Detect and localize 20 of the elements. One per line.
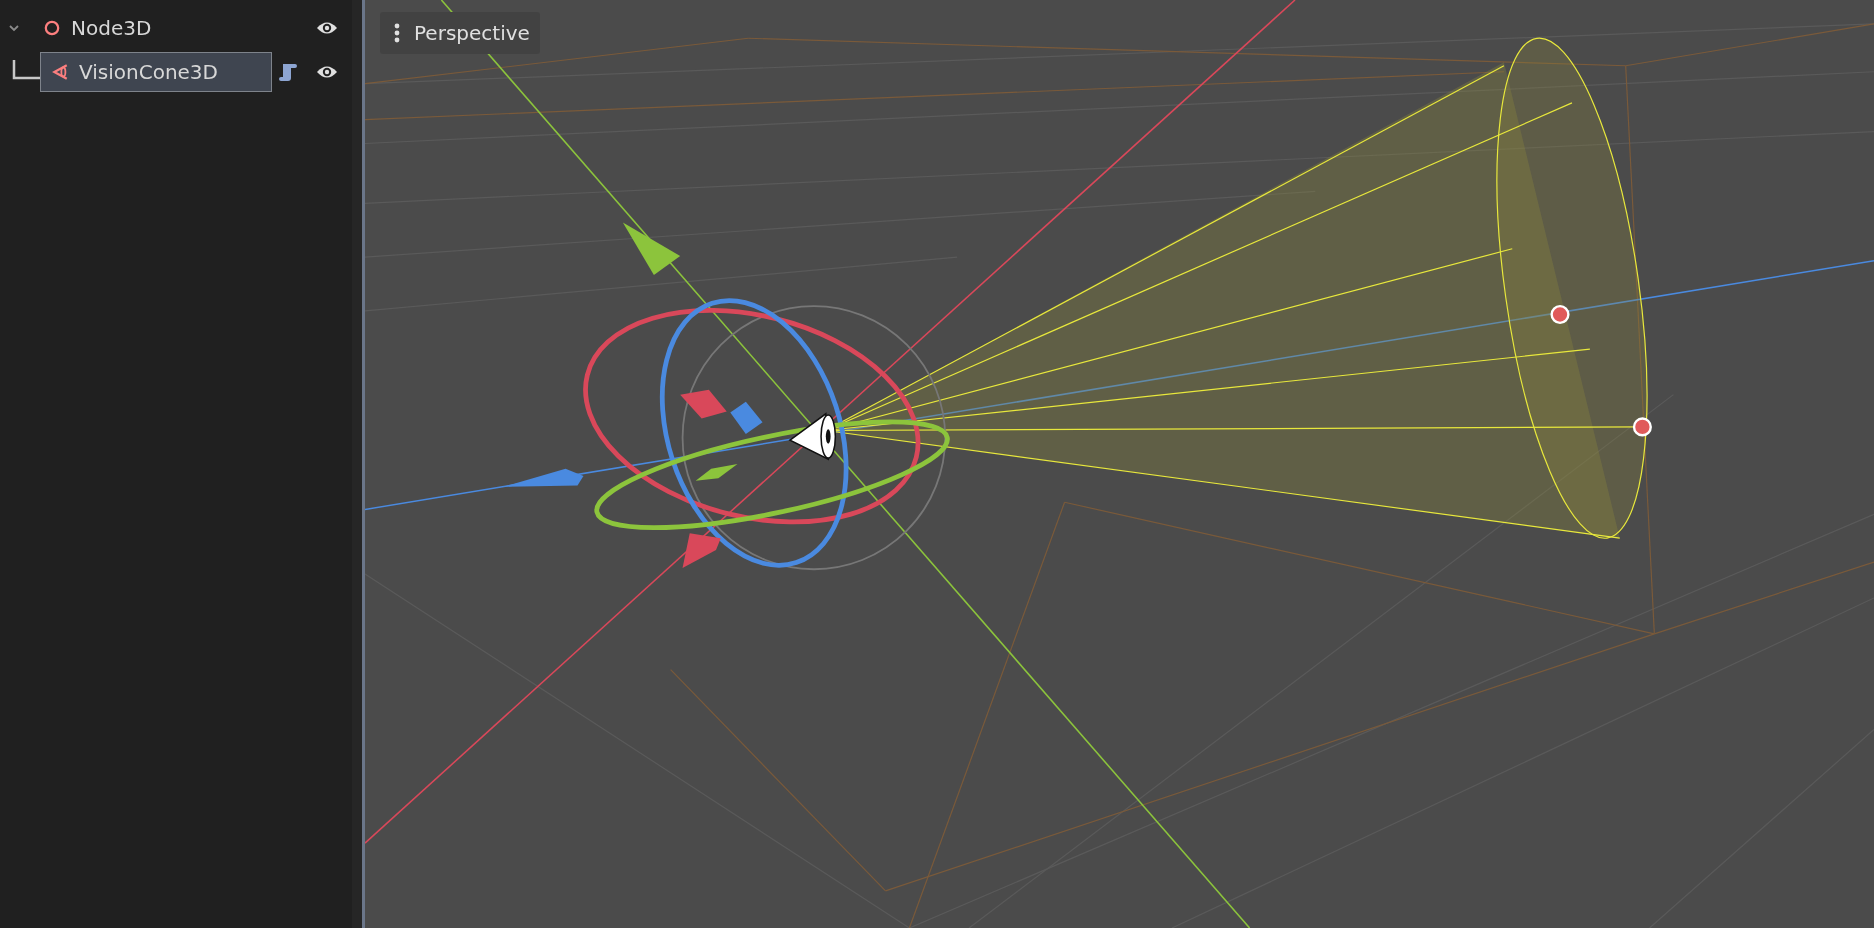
- tree-item[interactable]: Node3D: [32, 8, 163, 48]
- tree-item[interactable]: VisionCone3D: [40, 52, 272, 92]
- view-menu-button[interactable]: Perspective: [380, 12, 540, 54]
- kebab-menu-icon: [394, 23, 400, 43]
- cone-eye-icon: [51, 63, 69, 81]
- chevron-down-icon[interactable]: [8, 22, 20, 34]
- plane-handle[interactable]: [730, 401, 763, 435]
- arrow-handle[interactable]: [682, 533, 721, 569]
- script-icon[interactable]: [278, 61, 298, 83]
- plane-handle[interactable]: [680, 389, 727, 419]
- plane-handle[interactable]: [695, 464, 738, 481]
- cone-handle[interactable]: [1632, 417, 1652, 437]
- panel-splitter[interactable]: [352, 0, 365, 928]
- camera-eye-icon: [788, 412, 837, 461]
- circle-icon: [43, 19, 61, 37]
- cone-handle[interactable]: [1550, 304, 1570, 325]
- eye-icon[interactable]: [316, 20, 338, 36]
- arrow-handle[interactable]: [622, 222, 681, 276]
- arrow-handle[interactable]: [503, 468, 584, 487]
- eye-icon[interactable]: [316, 64, 338, 80]
